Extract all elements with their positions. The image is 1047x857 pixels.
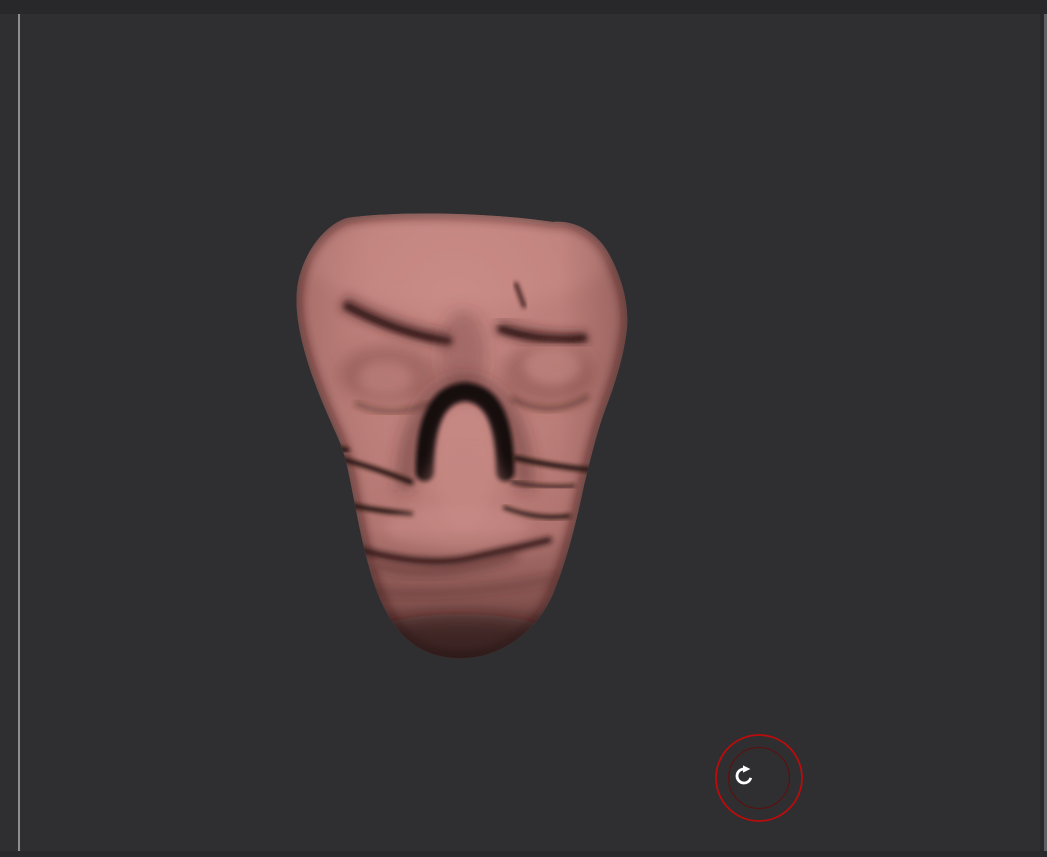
head-shading (296, 213, 628, 659)
bottom-edge-shade (0, 851, 1047, 857)
title-bar (0, 0, 1047, 14)
sculpted-head-model[interactable] (285, 198, 637, 666)
left-guide-line (18, 14, 20, 851)
app-window (0, 0, 1047, 857)
